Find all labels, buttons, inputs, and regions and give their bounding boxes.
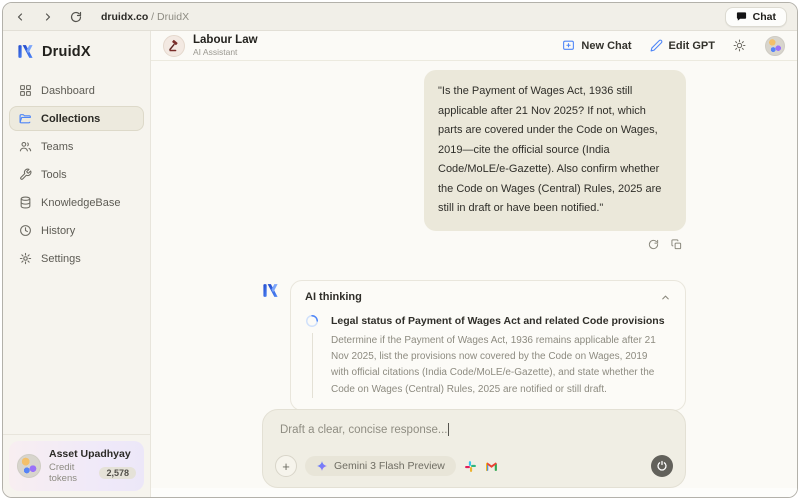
ai-thinking-card: AI thinking Legal status of P [290, 280, 686, 411]
sidebar-item-label: Dashboard [41, 85, 95, 97]
chat-header: Labour Law AI Assistant New Chat Edit GP… [151, 31, 797, 61]
user-message-bubble: "Is the Payment of Wages Act, 1936 still… [424, 70, 686, 231]
message-input[interactable]: Draft a clear, concise response... [275, 423, 673, 436]
theme-toggle-icon[interactable] [733, 39, 747, 53]
forward-icon[interactable] [41, 10, 55, 24]
sidebar-item-label: Settings [41, 253, 81, 265]
message-composer[interactable]: Draft a clear, concise response... + [262, 409, 686, 488]
gmail-icon[interactable] [485, 460, 498, 473]
user-meta: Asset Upadhyay Credit tokens 2,578 [49, 448, 136, 484]
assistant-avatar [163, 35, 185, 57]
token-count-badge: 2,578 [99, 467, 136, 479]
user-card[interactable]: Asset Upadhyay Credit tokens 2,578 [9, 441, 144, 491]
sidebar-nav: Dashboard Collections Teams Tools Knowle… [3, 76, 150, 273]
sidebar-footer: Asset Upadhyay Credit tokens 2,578 [3, 434, 150, 497]
sidebar-item-collections[interactable]: Collections [9, 106, 144, 131]
thinking-timeline [312, 333, 313, 398]
dashboard-icon [19, 84, 32, 97]
url-path: / DruidX [148, 11, 189, 23]
thinking-step-body: Determine if the Payment of Wages Act, 1… [331, 333, 671, 398]
collapse-chevron-icon[interactable] [660, 292, 671, 303]
sidebar-item-label: Teams [41, 141, 73, 153]
sidebar-item-history[interactable]: History [9, 218, 144, 243]
url-host: druidx.co [101, 11, 148, 23]
chat-title: Labour Law [193, 34, 258, 47]
wrench-icon [19, 168, 32, 181]
folder-icon [19, 112, 32, 125]
sidebar-item-label: Tools [41, 169, 67, 181]
user-avatar [17, 454, 41, 478]
edit-gpt-button[interactable]: Edit GPT [650, 39, 715, 52]
bottom-strip [151, 488, 797, 497]
history-icon [19, 224, 32, 237]
sparkle-icon [316, 460, 328, 472]
thinking-spinner-icon [305, 314, 319, 328]
new-chat-icon [562, 39, 575, 52]
model-selector[interactable]: Gemini 3 Flash Preview [305, 456, 456, 476]
sidebar-item-label: Collections [41, 113, 100, 125]
gear-icon [19, 252, 32, 265]
input-placeholder: Draft a clear, concise response... [280, 424, 447, 436]
ai-thinking-block: AI thinking Legal status of P [262, 280, 686, 411]
new-chat-label: New Chat [581, 40, 631, 52]
ai-thinking-title: AI thinking [305, 291, 362, 303]
app-window: druidx.co / DruidX Chat DruidX [2, 2, 798, 498]
slack-icon[interactable] [464, 460, 477, 473]
sidebar-item-tools[interactable]: Tools [9, 162, 144, 187]
chat-button-label: Chat [753, 11, 776, 23]
edit-pencil-icon [650, 39, 663, 52]
profile-avatar[interactable] [765, 36, 785, 56]
text-cursor [448, 423, 449, 436]
chat-subtitle: AI Assistant [193, 47, 258, 57]
sidebar-item-settings[interactable]: Settings [9, 246, 144, 271]
main-panel: Labour Law AI Assistant New Chat Edit GP… [151, 31, 797, 497]
database-icon [19, 196, 32, 209]
chat-bubble-icon [736, 11, 747, 22]
credit-tokens-label: Credit tokens [49, 462, 94, 484]
sidebar-item-dashboard[interactable]: Dashboard [9, 78, 144, 103]
refresh-icon[interactable] [69, 10, 83, 24]
sidebar-item-teams[interactable]: Teams [9, 134, 144, 159]
new-chat-button[interactable]: New Chat [562, 39, 631, 52]
brand: DruidX [3, 31, 150, 76]
back-icon[interactable] [13, 10, 27, 24]
copy-icon[interactable] [671, 239, 682, 250]
generating-icon [656, 460, 668, 472]
message-actions [644, 231, 686, 258]
sidebar-item-label: KnowledgeBase [41, 197, 121, 209]
chat-mode-button[interactable]: Chat [725, 7, 787, 27]
sidebar-item-label: History [41, 225, 75, 237]
edit-gpt-label: Edit GPT [669, 40, 715, 52]
thinking-step-title: Legal status of Payment of Wages Act and… [331, 315, 671, 327]
attach-button[interactable]: + [275, 455, 297, 477]
brand-name: DruidX [42, 44, 91, 60]
regenerate-icon[interactable] [648, 239, 659, 250]
chat-title-block: Labour Law AI Assistant [193, 34, 258, 57]
browser-bar: druidx.co / DruidX Chat [3, 3, 797, 31]
sidebar: DruidX Dashboard Collections Teams Too [3, 31, 151, 497]
gavel-icon [167, 39, 181, 53]
send-button[interactable] [651, 455, 673, 477]
druidx-logo-icon-small [262, 282, 279, 299]
users-icon [19, 140, 32, 153]
address-bar[interactable]: druidx.co / DruidX [101, 11, 189, 23]
user-name: Asset Upadhyay [49, 448, 136, 460]
model-name: Gemini 3 Flash Preview [334, 460, 445, 472]
chat-scroll-area[interactable]: "Is the Payment of Wages Act, 1936 still… [151, 61, 797, 409]
druidx-logo-icon [17, 43, 34, 60]
sidebar-item-knowledgebase[interactable]: KnowledgeBase [9, 190, 144, 215]
